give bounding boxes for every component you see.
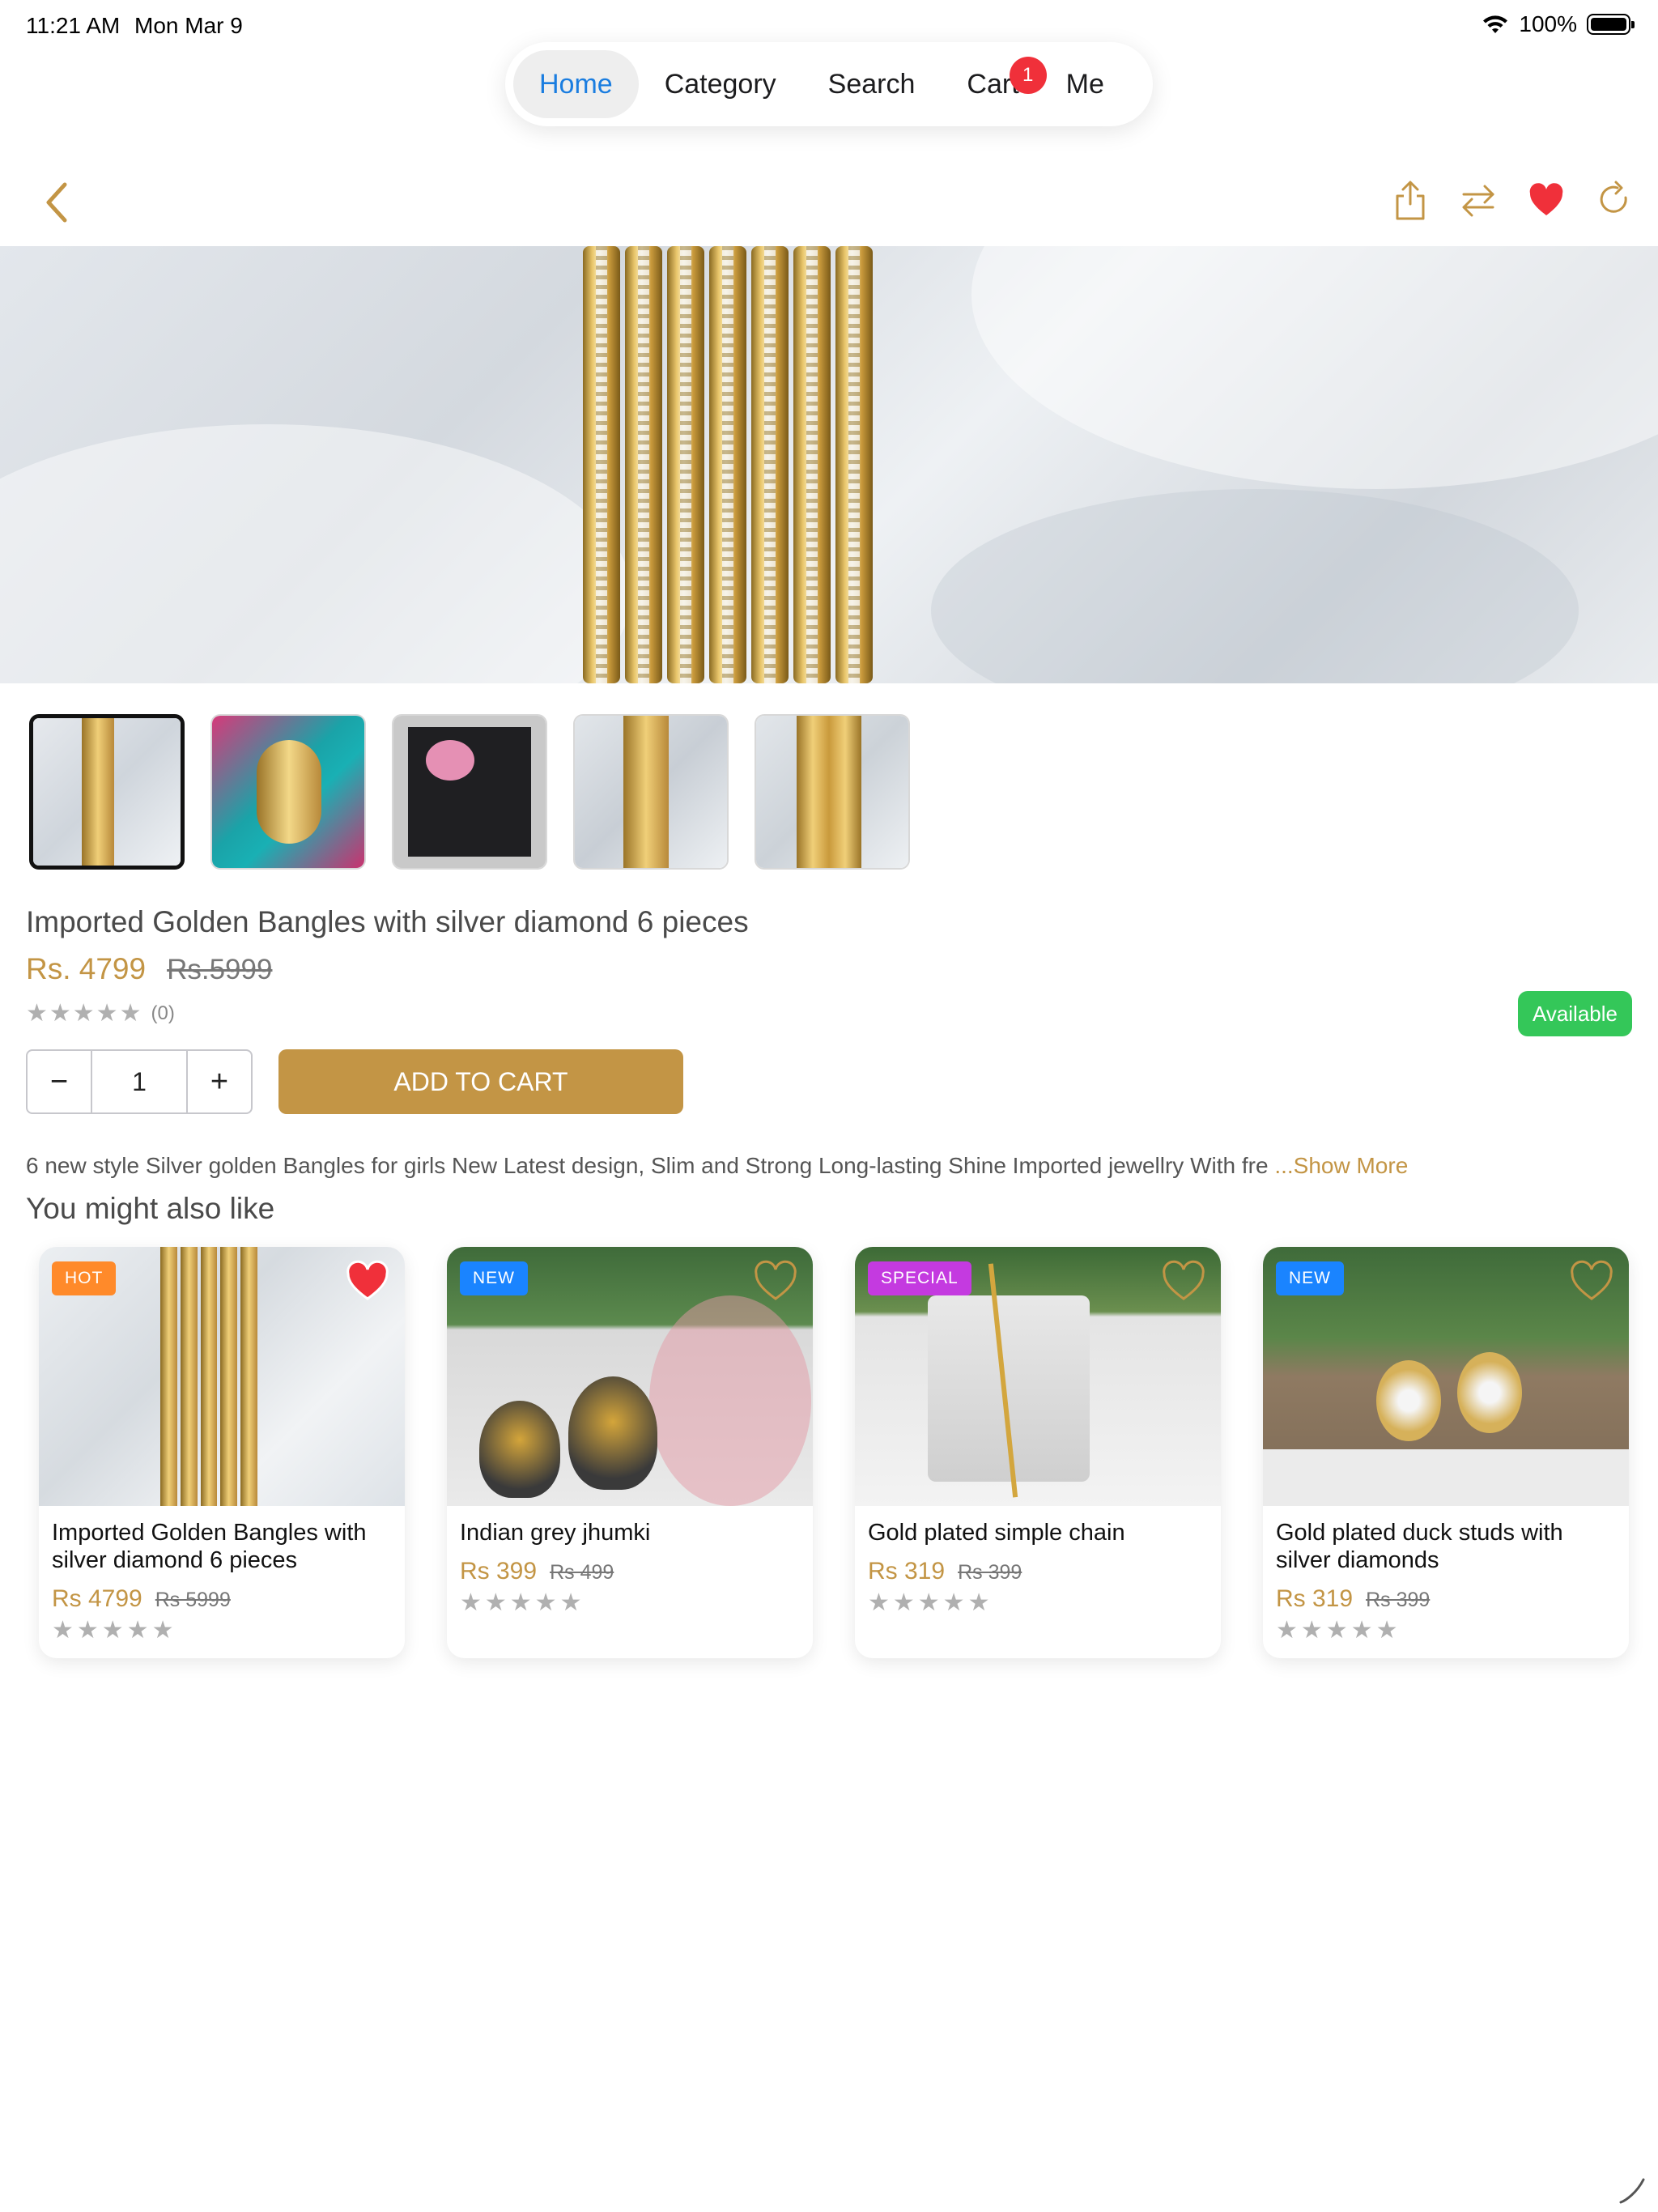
related-products: HOT Imported Golden Bangles with silver … — [39, 1247, 1629, 1658]
battery-percent: 100% — [1519, 11, 1577, 36]
share-icon[interactable] — [1391, 178, 1430, 223]
bangles-illustration — [562, 246, 894, 683]
thumbnail-4[interactable] — [573, 714, 729, 870]
card-old-price: Rs 5999 — [155, 1589, 231, 1611]
card-title: Gold plated duck studs with silver diamo… — [1276, 1520, 1563, 1573]
cart-count-badge: 1 — [1009, 57, 1047, 94]
heart-outline-icon[interactable] — [1161, 1260, 1206, 1302]
card-image: HOT — [39, 1247, 405, 1506]
heart-outline-icon[interactable] — [753, 1260, 798, 1302]
card-price-row: Rs 4799 Rs 5999 — [52, 1585, 231, 1613]
heart-outline-icon[interactable] — [1569, 1260, 1614, 1302]
tab-search[interactable]: Search — [802, 50, 942, 118]
tab-me[interactable]: Me — [1052, 50, 1130, 118]
card-stars: ★★★★★ — [1276, 1617, 1401, 1644]
availability-badge: Available — [1517, 991, 1632, 1036]
quantity-stepper: − 1 + — [26, 1049, 253, 1114]
nav-action-icons — [1391, 178, 1634, 223]
status-indicators: 100% — [1482, 11, 1635, 37]
card-image: NEW — [447, 1247, 813, 1506]
related-section-title: You might also like — [26, 1192, 275, 1225]
status-date: Mon Mar 9 — [134, 13, 243, 38]
wifi-icon — [1483, 15, 1508, 33]
increment-button[interactable]: + — [186, 1051, 251, 1112]
scroll-indicator-icon — [1619, 2178, 1645, 2204]
special-badge: SPECIAL — [868, 1261, 971, 1295]
card-price: Rs 319 — [1276, 1585, 1354, 1612]
decrement-button[interactable]: − — [28, 1051, 92, 1112]
product-nav-bar — [0, 170, 1658, 235]
thumbnail-1[interactable] — [29, 714, 185, 870]
tab-category[interactable]: Category — [639, 50, 802, 118]
tab-cart[interactable]: Cart 1 — [941, 50, 1051, 118]
product-price: Rs. 4799 — [26, 952, 147, 985]
product-card[interactable]: SPECIAL Gold plated simple chain Rs 319 … — [855, 1247, 1221, 1658]
card-old-price: Rs 399 — [958, 1561, 1022, 1584]
product-card[interactable]: HOT Imported Golden Bangles with silver … — [39, 1247, 405, 1658]
add-to-cart-button[interactable]: ADD TO CART — [278, 1049, 683, 1114]
rating-row: ★★★★★ (0) — [26, 999, 175, 1027]
status-time: 11:21 AM — [26, 13, 121, 38]
heart-filled-icon[interactable] — [345, 1260, 390, 1302]
card-price-row: Rs 319 Rs 399 — [868, 1558, 1022, 1585]
rating-count: (0) — [151, 1002, 175, 1024]
quantity-field[interactable]: 1 — [92, 1051, 186, 1112]
new-badge: NEW — [460, 1261, 528, 1295]
card-old-price: Rs 399 — [1366, 1589, 1431, 1611]
card-stars: ★★★★★ — [868, 1589, 993, 1616]
rating-stars: ★★★★★ — [26, 1000, 143, 1027]
card-title: Gold plated simple chain — [868, 1520, 1125, 1546]
compare-icon[interactable] — [1459, 178, 1498, 223]
card-price-row: Rs 319 Rs 399 — [1276, 1585, 1430, 1613]
top-tab-bar: Home Category Search Cart 1 Me — [505, 42, 1153, 126]
thumbnail-5[interactable] — [755, 714, 910, 870]
card-old-price: Rs 499 — [550, 1561, 614, 1584]
card-image: SPECIAL — [855, 1247, 1221, 1506]
new-badge: NEW — [1276, 1261, 1344, 1295]
favorite-heart-icon[interactable] — [1527, 178, 1566, 223]
price-row: Rs. 4799 Rs.5999 — [26, 952, 272, 986]
card-stars: ★★★★★ — [52, 1617, 177, 1644]
card-price: Rs 4799 — [52, 1585, 142, 1612]
card-image: NEW — [1263, 1247, 1629, 1506]
card-price-row: Rs 399 Rs 499 — [460, 1558, 614, 1585]
card-stars: ★★★★★ — [460, 1589, 585, 1616]
product-description: 6 new style Silver golden Bangles for gi… — [26, 1153, 1408, 1179]
refresh-icon[interactable] — [1595, 178, 1634, 223]
card-price: Rs 399 — [460, 1558, 538, 1585]
product-card[interactable]: NEW Indian grey jhumki Rs 399 Rs 499 ★★★… — [447, 1247, 813, 1658]
card-title: Indian grey jhumki — [460, 1520, 651, 1546]
product-hero-image[interactable] — [0, 246, 1658, 683]
hot-badge: HOT — [52, 1261, 117, 1295]
description-text: 6 new style Silver golden Bangles for gi… — [26, 1153, 1269, 1178]
thumbnail-strip — [29, 714, 910, 870]
card-price: Rs 319 — [868, 1558, 946, 1585]
card-title: Imported Golden Bangles with silver diam… — [52, 1520, 367, 1573]
product-card[interactable]: NEW Gold plated duck studs with silver d… — [1263, 1247, 1629, 1658]
battery-icon — [1587, 14, 1635, 35]
tab-home[interactable]: Home — [513, 50, 639, 118]
show-more-link[interactable]: ...Show More — [1274, 1153, 1408, 1178]
back-chevron-icon[interactable] — [37, 178, 78, 227]
product-title: Imported Golden Bangles with silver diam… — [26, 905, 749, 938]
thumbnail-2[interactable] — [210, 714, 366, 870]
product-old-price: Rs.5999 — [167, 954, 273, 985]
thumbnail-3[interactable] — [392, 714, 547, 870]
